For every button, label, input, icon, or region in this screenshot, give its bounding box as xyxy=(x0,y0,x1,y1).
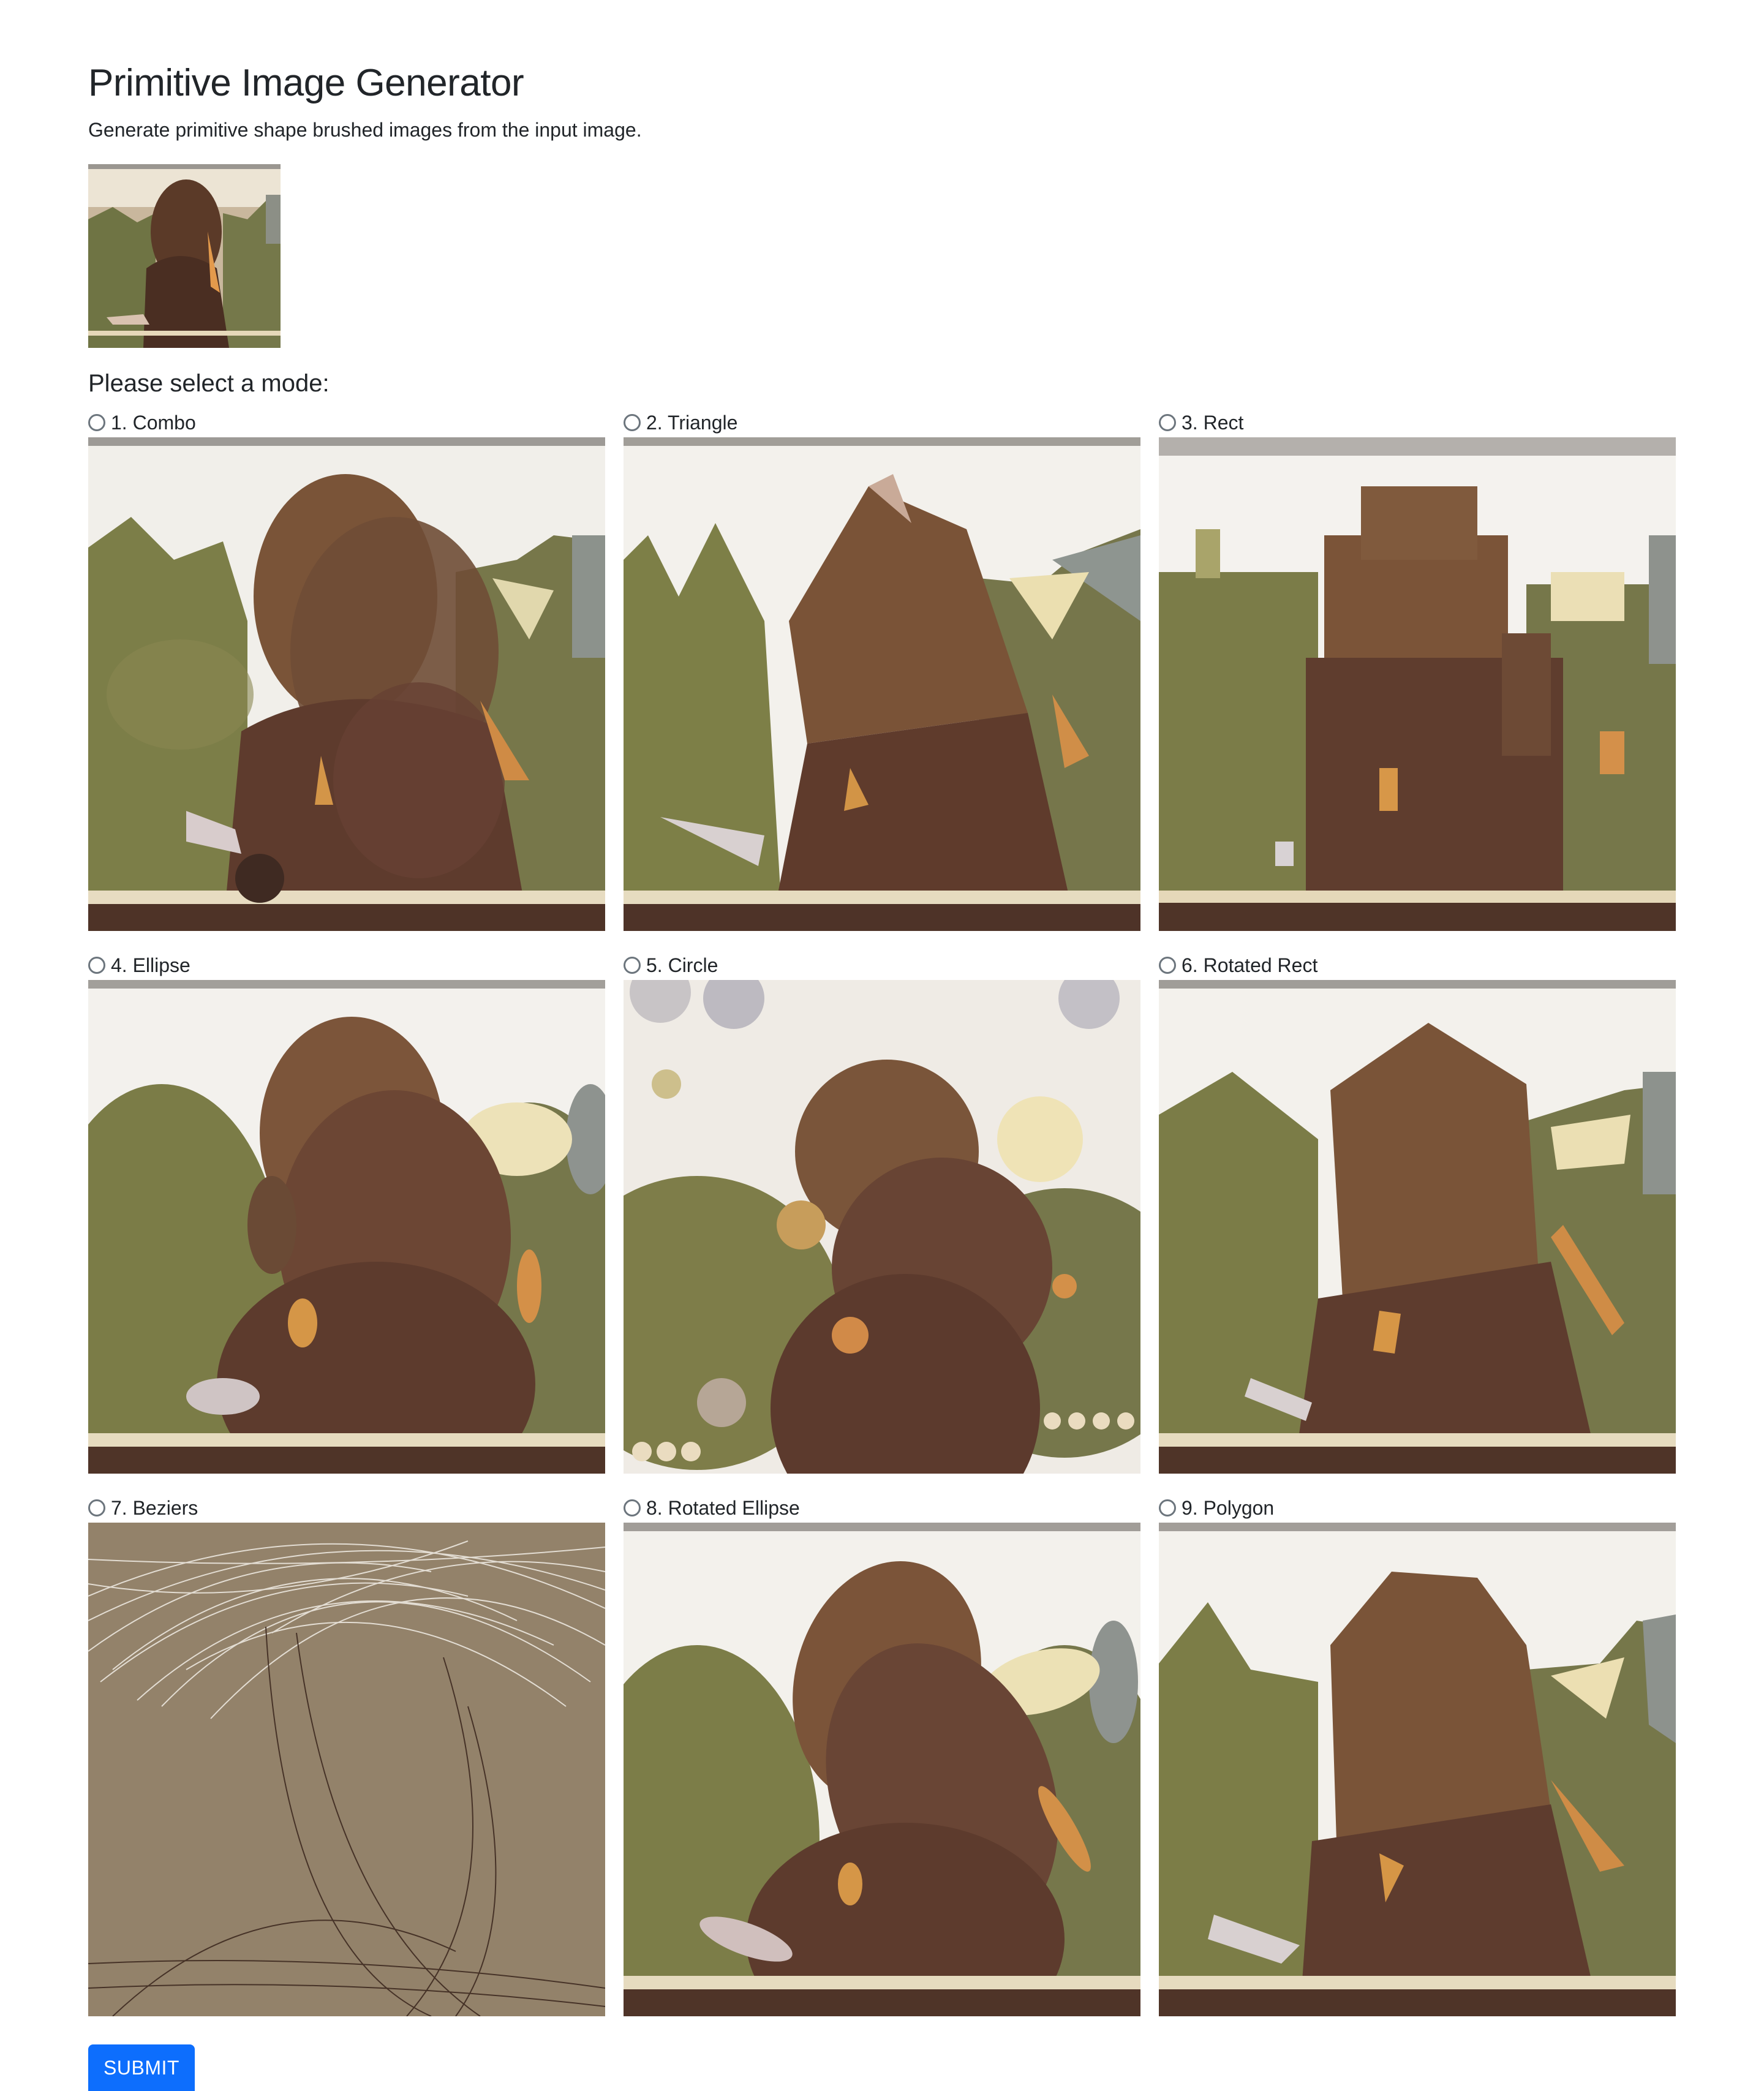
mode-label-text: 5. Circle xyxy=(646,954,718,976)
preview-image-circle[interactable] xyxy=(624,980,1140,1474)
mode-label-polygon[interactable]: 9. Polygon xyxy=(1159,1496,1274,1520)
preview-image-ellipse[interactable] xyxy=(88,980,605,1474)
preview-image-rect[interactable] xyxy=(1159,437,1676,931)
mode-label-text: 4. Ellipse xyxy=(111,954,190,976)
radio-triangle[interactable] xyxy=(624,414,641,431)
mode-label-text: 6. Rotated Rect xyxy=(1182,954,1318,976)
page-subtitle: Generate primitive shape brushed images … xyxy=(88,119,642,141)
radio-polygon[interactable] xyxy=(1159,1499,1176,1516)
preview-image-combo[interactable] xyxy=(88,437,605,931)
preview-image-rotated-ellipse[interactable] xyxy=(624,1523,1140,2016)
mode-label-rect[interactable]: 3. Rect xyxy=(1159,410,1243,435)
mode-label-text: 9. Polygon xyxy=(1182,1497,1275,1519)
submit-button[interactable]: SUBMIT xyxy=(88,2044,195,2091)
input-image xyxy=(88,164,281,348)
mode-label-text: 1. Combo xyxy=(111,412,196,434)
radio-ellipse[interactable] xyxy=(88,957,105,974)
page-title: Primitive Image Generator xyxy=(88,62,524,104)
mode-label-text: 8. Rotated Ellipse xyxy=(646,1497,800,1519)
radio-circle[interactable] xyxy=(624,957,641,974)
mode-label-circle[interactable]: 5. Circle xyxy=(624,953,718,978)
mode-label-combo[interactable]: 1. Combo xyxy=(88,410,196,435)
mode-label-rotated-rect[interactable]: 6. Rotated Rect xyxy=(1159,953,1317,978)
mode-label-text: 2. Triangle xyxy=(646,412,738,434)
mode-label-ellipse[interactable]: 4. Ellipse xyxy=(88,953,190,978)
radio-rect[interactable] xyxy=(1159,414,1176,431)
preview-image-polygon[interactable] xyxy=(1159,1523,1676,2016)
mode-label-text: 7. Beziers xyxy=(111,1497,198,1519)
mode-label-beziers[interactable]: 7. Beziers xyxy=(88,1496,198,1520)
mode-label-rotated-ellipse[interactable]: 8. Rotated Ellipse xyxy=(624,1496,800,1520)
radio-beziers[interactable] xyxy=(88,1499,105,1516)
radio-combo[interactable] xyxy=(88,414,105,431)
mode-label-triangle[interactable]: 2. Triangle xyxy=(624,410,737,435)
mode-prompt: Please select a mode: xyxy=(88,370,330,397)
preview-image-triangle[interactable] xyxy=(624,437,1140,931)
preview-image-beziers[interactable] xyxy=(88,1523,605,2016)
preview-image-rotated-rect[interactable] xyxy=(1159,980,1676,1474)
mode-label-text: 3. Rect xyxy=(1182,412,1244,434)
radio-rotated-rect[interactable] xyxy=(1159,957,1176,974)
radio-rotated-ellipse[interactable] xyxy=(624,1499,641,1516)
